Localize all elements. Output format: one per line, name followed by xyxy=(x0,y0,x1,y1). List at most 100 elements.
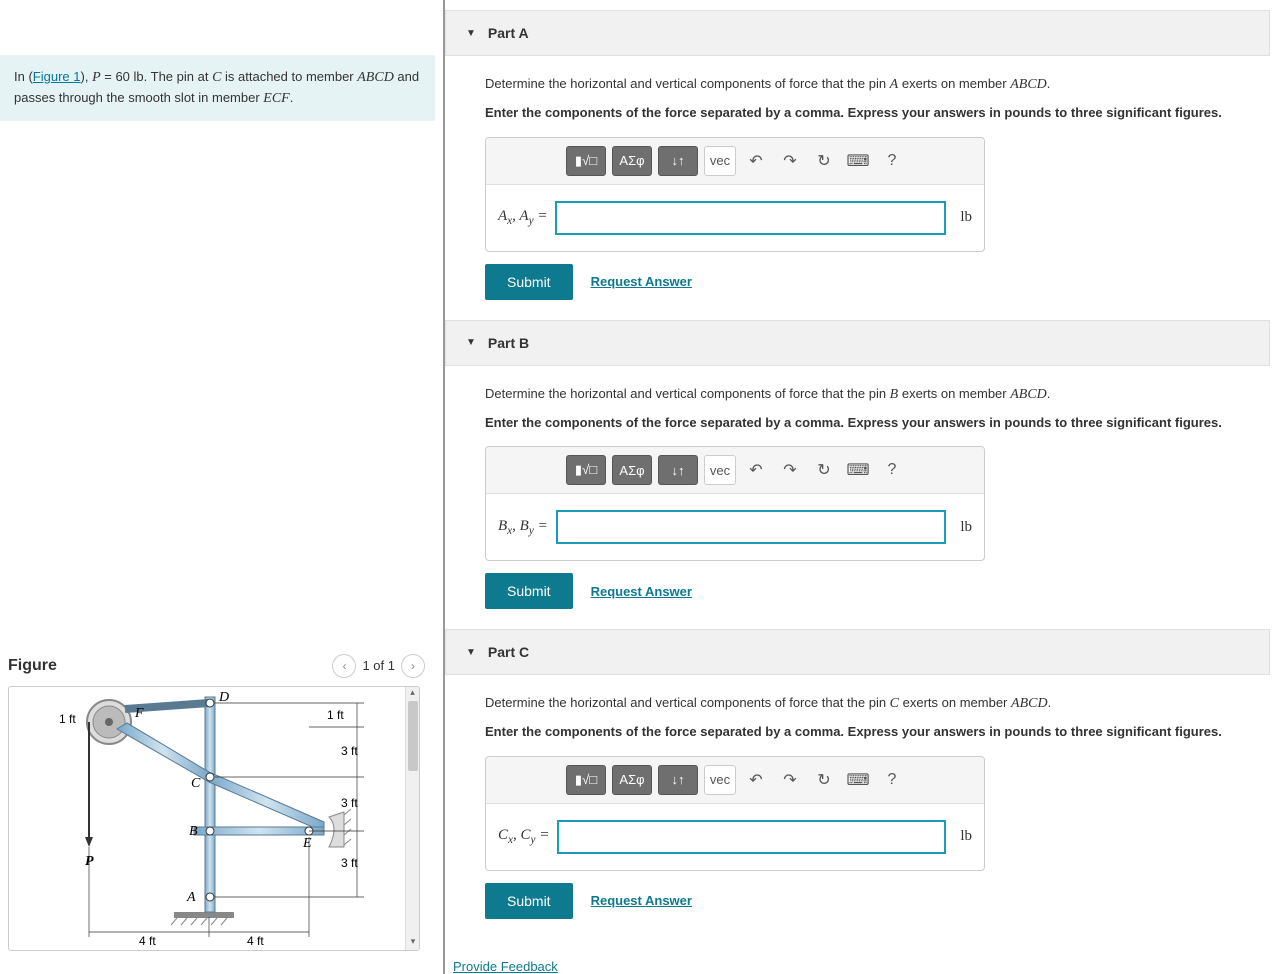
collapse-icon: ▼ xyxy=(466,28,476,39)
undo-button[interactable]: ↶ xyxy=(742,455,770,485)
figure-nav: ‹ 1 of 1 › xyxy=(332,654,425,678)
redo-button[interactable]: ↷ xyxy=(776,765,804,795)
svg-text:F: F xyxy=(134,706,144,721)
figure-next-button[interactable]: › xyxy=(401,654,425,678)
greek-button[interactable]: ΑΣφ xyxy=(612,455,652,485)
part-a-answer-input[interactable] xyxy=(555,201,946,235)
member-ABCD: ABCD xyxy=(357,70,394,85)
redo-button[interactable]: ↷ xyxy=(776,146,804,176)
svg-text:B: B xyxy=(189,824,198,839)
vec-button[interactable]: vec xyxy=(704,455,736,485)
svg-text:1 ft: 1 ft xyxy=(59,712,76,726)
part-c-answer-input[interactable] xyxy=(557,820,946,854)
part-b-header[interactable]: ▼ Part B xyxy=(445,320,1270,366)
part-b-title: Part B xyxy=(488,335,529,351)
var-C: C xyxy=(212,70,221,85)
text: is attached to member xyxy=(221,69,357,84)
figure-section: Figure ‹ 1 of 1 › xyxy=(0,654,443,974)
reset-button[interactable]: ↻ xyxy=(810,765,838,795)
subscript-button[interactable]: ↓↑ xyxy=(658,146,698,176)
greek-button[interactable]: ΑΣφ xyxy=(612,146,652,176)
part-b-unit: lb xyxy=(960,519,972,536)
undo-button[interactable]: ↶ xyxy=(742,765,770,795)
part-b: ▼ Part B Determine the horizontal and ve… xyxy=(445,320,1278,620)
part-a-unit: lb xyxy=(960,209,972,226)
scroll-down-icon[interactable]: ▾ xyxy=(407,936,419,948)
part-b-description: Determine the horizontal and vertical co… xyxy=(485,384,1258,405)
part-c-description: Determine the horizontal and vertical co… xyxy=(485,693,1258,714)
svg-text:P: P xyxy=(85,854,94,869)
part-c-instructions: Enter the components of the force separa… xyxy=(485,722,1258,742)
part-c-title: Part C xyxy=(488,644,529,660)
part-a-var-label: Ax, Ay = xyxy=(498,208,547,227)
text: = 60 xyxy=(101,69,134,84)
templates-button[interactable]: ▮√□ xyxy=(566,146,606,176)
scroll-up-icon[interactable]: ▴ xyxy=(407,687,419,699)
part-c-header[interactable]: ▼ Part C xyxy=(445,629,1270,675)
part-b-answer-input[interactable] xyxy=(556,510,947,544)
part-a-instructions: Enter the components of the force separa… xyxy=(485,103,1258,123)
part-c: ▼ Part C Determine the horizontal and ve… xyxy=(445,629,1278,929)
svg-text:C: C xyxy=(191,776,201,791)
formula-toolbar: ▮√□ ΑΣφ ↓↑ vec ↶ ↷ ↻ ⌨ ? xyxy=(486,757,984,804)
figure-counter: 1 of 1 xyxy=(362,658,395,673)
part-c-unit: lb xyxy=(960,828,972,845)
figure-prev-button[interactable]: ‹ xyxy=(332,654,356,678)
undo-button[interactable]: ↶ xyxy=(742,146,770,176)
templates-button[interactable]: ▮√□ xyxy=(566,455,606,485)
svg-text:3 ft: 3 ft xyxy=(341,744,358,758)
help-button[interactable]: ? xyxy=(878,146,906,176)
part-c-request-answer-link[interactable]: Request Answer xyxy=(591,893,692,908)
part-c-var-label: Cx, Cy = xyxy=(498,827,549,846)
part-a-answer-box: ▮√□ ΑΣφ ↓↑ vec ↶ ↷ ↻ ⌨ ? Ax, Ay = lb xyxy=(485,137,985,252)
vec-button[interactable]: vec xyxy=(704,146,736,176)
collapse-icon: ▼ xyxy=(466,647,476,658)
figure-link[interactable]: Figure 1 xyxy=(33,69,81,84)
keyboard-button[interactable]: ⌨ xyxy=(844,455,872,485)
subscript-button[interactable]: ↓↑ xyxy=(658,455,698,485)
problem-statement: In (Figure 1), P = 60 lb. The pin at C i… xyxy=(0,55,435,121)
formula-toolbar: ▮√□ ΑΣφ ↓↑ vec ↶ ↷ ↻ ⌨ ? xyxy=(486,138,984,185)
part-a-request-answer-link[interactable]: Request Answer xyxy=(591,274,692,289)
svg-text:3 ft: 3 ft xyxy=(341,796,358,810)
text: . xyxy=(290,90,294,105)
text: In ( xyxy=(14,69,33,84)
text: . The pin at xyxy=(144,69,212,84)
part-c-answer-box: ▮√□ ΑΣφ ↓↑ vec ↶ ↷ ↻ ⌨ ? Cx, Cy = lb xyxy=(485,756,985,871)
part-a-description: Determine the horizontal and vertical co… xyxy=(485,74,1258,95)
svg-text:1 ft: 1 ft xyxy=(327,708,344,722)
svg-text:A: A xyxy=(186,890,196,905)
figure-canvas: D F C B E A P 1 ft 1 ft 3 ft 3 ft 3 ft xyxy=(8,686,420,951)
svg-text:D: D xyxy=(218,690,229,705)
templates-button[interactable]: ▮√□ xyxy=(566,765,606,795)
help-button[interactable]: ? xyxy=(878,455,906,485)
part-b-request-answer-link[interactable]: Request Answer xyxy=(591,584,692,599)
text: ), xyxy=(81,69,93,84)
part-a-title: Part A xyxy=(488,25,529,41)
part-b-submit-button[interactable]: Submit xyxy=(485,573,573,609)
svg-text:3 ft: 3 ft xyxy=(341,856,358,870)
subscript-button[interactable]: ↓↑ xyxy=(658,765,698,795)
svg-text:E: E xyxy=(302,836,312,851)
svg-text:4 ft: 4 ft xyxy=(139,934,156,948)
keyboard-button[interactable]: ⌨ xyxy=(844,765,872,795)
redo-button[interactable]: ↷ xyxy=(776,455,804,485)
mechanics-diagram: D F C B E A P 1 ft 1 ft 3 ft 3 ft 3 ft xyxy=(9,687,409,951)
part-b-var-label: Bx, By = xyxy=(498,518,548,537)
reset-button[interactable]: ↻ xyxy=(810,146,838,176)
part-c-submit-button[interactable]: Submit xyxy=(485,883,573,919)
reset-button[interactable]: ↻ xyxy=(810,455,838,485)
provide-feedback-link[interactable]: Provide Feedback xyxy=(453,959,558,974)
part-b-instructions: Enter the components of the force separa… xyxy=(485,413,1258,433)
part-a-submit-button[interactable]: Submit xyxy=(485,264,573,300)
help-button[interactable]: ? xyxy=(878,765,906,795)
figure-scrollbar[interactable]: ▴ ▾ xyxy=(405,687,419,950)
keyboard-button[interactable]: ⌨ xyxy=(844,146,872,176)
greek-button[interactable]: ΑΣφ xyxy=(612,765,652,795)
figure-heading: Figure xyxy=(8,657,57,675)
vec-button[interactable]: vec xyxy=(704,765,736,795)
member-ECF: ECF xyxy=(263,91,289,106)
part-a-header[interactable]: ▼ Part A xyxy=(445,10,1270,56)
part-a: ▼ Part A Determine the horizontal and ve… xyxy=(445,10,1278,310)
scroll-thumb[interactable] xyxy=(408,701,418,771)
